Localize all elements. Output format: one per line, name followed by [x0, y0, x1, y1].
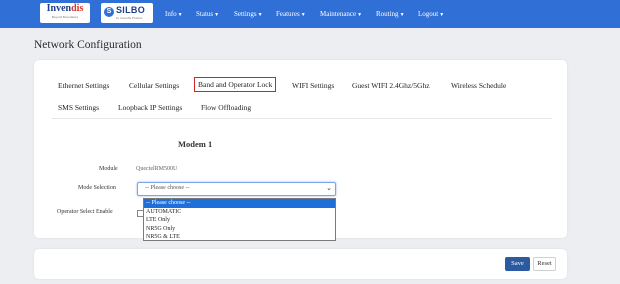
- tabs-divider: [52, 118, 552, 119]
- option-automatic[interactable]: AUTOMATIC: [144, 208, 335, 217]
- tab-wireless-schedule[interactable]: Wireless Schedule: [451, 81, 506, 90]
- save-button[interactable]: Save: [505, 257, 530, 271]
- menu-routing-label: Routing: [376, 10, 399, 18]
- tab-sms-settings[interactable]: SMS Settings: [58, 103, 99, 112]
- tab-wifi-settings[interactable]: WIFI Settings: [292, 81, 334, 90]
- tab-cellular-settings[interactable]: Cellular Settings: [129, 81, 179, 90]
- actions-card: [34, 249, 567, 279]
- silbo-logo-icon: S: [104, 7, 114, 17]
- menu-routing[interactable]: Routing▼: [376, 0, 405, 28]
- operator-select-label: Operator Select Enable: [57, 209, 113, 215]
- module-value: QuectelRM500U: [136, 166, 178, 172]
- chevron-down-icon: ▼: [357, 13, 363, 18]
- modem-title: Modem 1: [178, 139, 213, 149]
- reset-button[interactable]: Reset: [533, 257, 556, 271]
- mode-selection-select[interactable]: -- Please choose -- ⌄: [137, 182, 336, 196]
- menu-logout[interactable]: Logout▼: [418, 0, 444, 28]
- tab-guest-wifi[interactable]: Guest WIFI 2.4Ghz/5Ghz: [352, 81, 430, 90]
- invendis-logo[interactable]: Invendis Beyond Boundaries: [40, 3, 90, 23]
- menu-maintenance[interactable]: Maintenance▼: [320, 0, 362, 28]
- chevron-down-icon: ▼: [439, 13, 445, 18]
- mode-selection-label: Mode Selection: [78, 185, 116, 191]
- mode-options-list: -- Please choose -- AUTOMATIC LTE Only N…: [143, 198, 336, 241]
- menu-maintenance-label: Maintenance: [320, 10, 357, 18]
- chevron-down-icon: ▼: [300, 13, 306, 18]
- menu-features-label: Features: [276, 10, 300, 18]
- option-please-choose[interactable]: -- Please choose --: [144, 199, 335, 208]
- chevron-down-icon: ▼: [399, 13, 405, 18]
- silbo-logo[interactable]: S SILBO by Invendis Product: [101, 3, 153, 23]
- menu-status[interactable]: Status▼: [196, 0, 219, 28]
- silbo-logo-tagline: by Invendis Product: [116, 16, 143, 20]
- chevron-down-icon: ▼: [177, 13, 183, 18]
- option-lte-only[interactable]: LTE Only: [144, 216, 335, 225]
- top-navbar: [0, 0, 620, 28]
- menu-features[interactable]: Features▼: [276, 0, 306, 28]
- invendis-logo-tagline: Beyond Boundaries: [51, 15, 79, 19]
- chevron-down-icon: ▼: [214, 13, 220, 18]
- chevron-down-icon: ▼: [257, 13, 263, 18]
- menu-settings-label: Settings: [234, 10, 257, 18]
- option-nr5g-lte[interactable]: NR5G & LTE: [144, 233, 335, 242]
- tab-loopback-ip-settings[interactable]: Loopback IP Settings: [118, 103, 182, 112]
- menu-info[interactable]: Info▼: [165, 0, 183, 28]
- tab-flow-offloading[interactable]: Flow Offloading: [201, 103, 251, 112]
- silbo-logo-text: SILBO: [116, 5, 146, 15]
- chevron-down-icon: ⌄: [326, 184, 332, 192]
- menu-info-label: Info: [165, 10, 177, 18]
- invendis-logo-text: Invendis: [46, 3, 84, 14]
- page-title: Network Configuration: [34, 39, 142, 51]
- menu-logout-label: Logout: [418, 10, 439, 18]
- module-label: Module: [99, 166, 118, 172]
- option-nr5g-only[interactable]: NR5G Only: [144, 225, 335, 234]
- mode-selection-value: -- Please choose --: [145, 185, 190, 191]
- menu-settings[interactable]: Settings▼: [234, 0, 263, 28]
- tab-ethernet-settings[interactable]: Ethernet Settings: [58, 81, 109, 90]
- tab-band-operator-lock[interactable]: Band and Operator Lock: [194, 77, 277, 92]
- menu-status-label: Status: [196, 10, 214, 18]
